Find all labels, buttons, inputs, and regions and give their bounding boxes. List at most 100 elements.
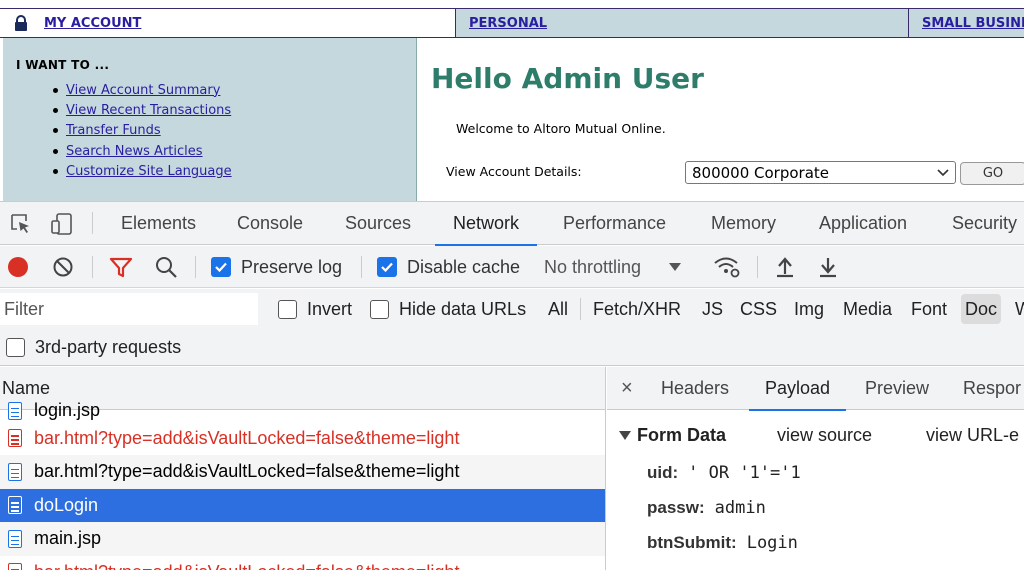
form-field-key: passw:: [647, 498, 705, 517]
sidebar-link-label[interactable]: Search News Articles: [66, 144, 203, 159]
filter-input[interactable]: Filter: [0, 293, 258, 325]
nav-personal[interactable]: PERSONAL: [455, 9, 908, 37]
form-field-uid: uid: ' OR '1'='1: [647, 463, 801, 483]
nav-small-business[interactable]: SMALL BUSINE: [908, 9, 1024, 37]
detail-tab-preview[interactable]: Preview: [865, 367, 929, 410]
tab-elements[interactable]: Elements: [121, 202, 196, 245]
third-party-checkbox[interactable]: 3rd-party requests: [6, 329, 181, 366]
request-name: bar.html?type=add&isVaultLocked=false&th…: [34, 562, 459, 570]
detail-tab-payload[interactable]: Payload: [748, 367, 847, 411]
inspect-element-icon[interactable]: [8, 212, 32, 236]
filter-separator: [580, 298, 581, 320]
triangle-down-icon: [619, 431, 631, 440]
form-field-key: btnSubmit:: [647, 533, 737, 552]
type-filter-fetch-xhr[interactable]: Fetch/XHR: [593, 289, 681, 329]
sidebar-link[interactable]: Customize Site Language: [53, 162, 232, 182]
type-filter-img[interactable]: Img: [794, 289, 824, 329]
tab-network[interactable]: Network: [434, 202, 538, 246]
request-row[interactable]: main.jsp: [0, 522, 605, 556]
bullet-icon: [53, 128, 58, 134]
type-filter-ws[interactable]: W: [1015, 289, 1024, 329]
search-button[interactable]: [154, 246, 178, 288]
welcome-text: Welcome to Altoro Mutual Online.: [456, 121, 666, 136]
record-icon: [8, 257, 28, 277]
form-data-toggle[interactable]: Form Data: [619, 425, 726, 446]
detail-tabbar: × Headers Payload Preview Respor: [607, 367, 1024, 411]
type-filter-font[interactable]: Font: [911, 289, 947, 329]
go-button[interactable]: GO: [960, 162, 1024, 185]
bullet-icon: [53, 148, 58, 154]
record-button[interactable]: [8, 246, 28, 288]
nav-my-account[interactable]: MY ACCOUNT: [0, 9, 455, 37]
nav-my-account-label[interactable]: MY ACCOUNT: [44, 16, 141, 31]
lock-icon: [15, 15, 27, 31]
type-filter-css[interactable]: CSS: [740, 289, 777, 329]
toolbar-separator: [195, 256, 196, 278]
sidebar-link-label[interactable]: View Recent Transactions: [66, 103, 231, 118]
sidebar-heading: I WANT TO ...: [16, 58, 110, 72]
tab-application[interactable]: Application: [819, 202, 907, 245]
form-data-title: Form Data: [637, 425, 727, 445]
bullet-icon: [53, 169, 58, 175]
detail-tab-response[interactable]: Respor: [963, 367, 1021, 410]
request-row[interactable]: bar.html?type=add&isVaultLocked=false&th…: [0, 556, 605, 570]
disable-cache-checkbox[interactable]: Disable cache: [377, 246, 520, 288]
type-filter-media[interactable]: Media: [843, 289, 892, 329]
view-details-label: View Account Details:: [446, 164, 582, 179]
request-row[interactable]: bar.html?type=add&isVaultLocked=false&th…: [0, 422, 605, 456]
sidebar-link[interactable]: Transfer Funds: [53, 121, 232, 141]
checkbox-checked-icon: [377, 257, 397, 277]
sidebar-link-label[interactable]: View Account Summary: [66, 83, 220, 98]
tab-console[interactable]: Console: [237, 202, 303, 245]
request-name: bar.html?type=add&isVaultLocked=false&th…: [34, 427, 460, 448]
clear-button[interactable]: [52, 246, 74, 288]
funnel-icon: [109, 257, 133, 278]
type-filter-doc[interactable]: Doc: [961, 289, 1002, 329]
request-name: login.jsp: [34, 400, 101, 421]
hide-data-urls-checkbox[interactable]: Hide data URLs: [370, 289, 526, 329]
nav-small-business-label[interactable]: SMALL BUSINE: [922, 16, 1024, 31]
document-icon: [8, 462, 22, 481]
disable-cache-label: Disable cache: [407, 256, 521, 277]
nav-personal-label[interactable]: PERSONAL: [469, 16, 547, 31]
sidebar-link-label[interactable]: Transfer Funds: [66, 123, 161, 138]
tab-memory[interactable]: Memory: [711, 202, 776, 245]
view-source-link[interactable]: view source: [777, 425, 872, 446]
sidebar-link-label[interactable]: Customize Site Language: [66, 164, 232, 179]
network-conditions-button[interactable]: [713, 246, 741, 288]
throttling-select[interactable]: No throttling: [544, 246, 682, 288]
caret-down-icon: [669, 263, 682, 271]
tab-performance[interactable]: Performance: [563, 202, 666, 245]
site-sidebar: I WANT TO ... View Account Summary View …: [3, 38, 417, 201]
third-party-bar: 3rd-party requests: [0, 329, 1024, 366]
import-har-button[interactable]: [775, 246, 795, 288]
preserve-log-checkbox[interactable]: Preserve log: [211, 246, 342, 288]
close-icon[interactable]: ×: [621, 367, 633, 410]
network-toolbar: Preserve log Disable cache No throttling: [0, 246, 1024, 288]
tab-security[interactable]: Security: [952, 202, 1017, 245]
document-icon: [8, 496, 22, 515]
invert-checkbox[interactable]: Invert: [278, 289, 352, 329]
sidebar-link[interactable]: Search News Articles: [53, 141, 232, 161]
form-field-value: admin: [714, 498, 766, 518]
account-select[interactable]: 800000 Corporate: [685, 161, 956, 184]
type-filter-doc-label: Doc: [961, 294, 1002, 324]
request-row[interactable]: bar.html?type=add&isVaultLocked=false&th…: [0, 455, 605, 489]
bullet-icon: [53, 108, 58, 114]
detail-tab-headers[interactable]: Headers: [661, 367, 729, 410]
type-filter-js[interactable]: JS: [702, 289, 723, 329]
greeting-heading: Hello Admin User: [431, 62, 704, 95]
sidebar-link[interactable]: View Recent Transactions: [53, 100, 232, 120]
export-har-button[interactable]: [818, 246, 838, 288]
view-url-encoded-link[interactable]: view URL-e: [926, 425, 1019, 446]
device-toolbar-icon[interactable]: [50, 212, 74, 236]
checkbox-checked-icon: [211, 257, 231, 277]
tab-sources[interactable]: Sources: [345, 202, 411, 245]
filter-toggle-button[interactable]: [109, 246, 133, 288]
type-filter-all[interactable]: All: [548, 289, 568, 329]
site-navbar: MY ACCOUNT PERSONAL SMALL BUSINE: [0, 8, 1024, 38]
sidebar-link[interactable]: View Account Summary: [53, 80, 232, 100]
request-row-selected[interactable]: doLogin: [0, 488, 605, 522]
toolbar-separator: [92, 256, 93, 278]
request-name: bar.html?type=add&isVaultLocked=false&th…: [34, 461, 460, 482]
